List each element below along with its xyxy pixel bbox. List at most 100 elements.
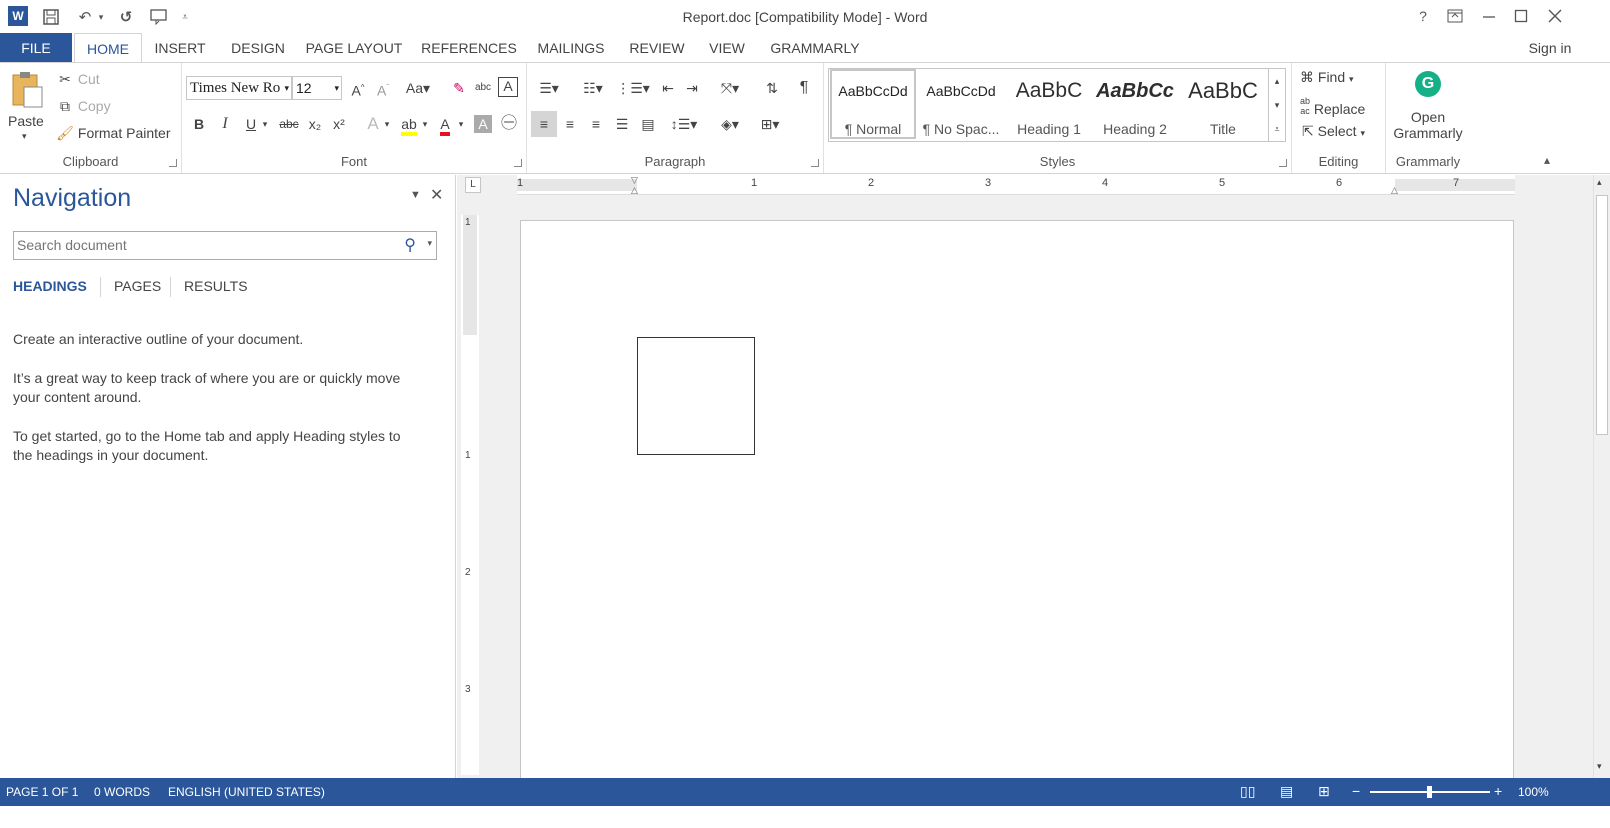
styles-down-icon[interactable]: ▾ (1269, 93, 1285, 117)
align-right-icon[interactable]: ≡ (585, 113, 607, 135)
character-border-icon[interactable]: A (498, 77, 518, 97)
language-indicator[interactable]: ENGLISH (UNITED STATES) (168, 785, 325, 799)
borders-icon[interactable]: ⊞▾ (753, 113, 787, 135)
align-center-icon[interactable]: ≡ (559, 113, 581, 135)
underline-dropdown-icon[interactable]: ▾ (260, 113, 270, 135)
tab-results[interactable]: RESULTS (184, 278, 248, 294)
replace-button[interactable]: ab ac Replace (1300, 96, 1365, 117)
zoom-slider-thumb[interactable] (1427, 786, 1432, 798)
text-box-shape[interactable] (637, 337, 755, 455)
styles-launcher-icon[interactable] (1279, 159, 1287, 167)
tab-grammarly[interactable]: GRAMMARLY (766, 33, 864, 63)
collapse-ribbon-icon[interactable]: ▴ (1544, 153, 1550, 167)
superscript-button[interactable]: x² (328, 113, 350, 135)
zoom-in-icon[interactable]: + (1494, 783, 1502, 799)
bullets-icon[interactable]: ☰▾ (531, 77, 567, 99)
text-effects-button[interactable]: A (362, 113, 384, 135)
search-icon[interactable]: ⚲ (404, 235, 416, 255)
search-document-input[interactable] (14, 232, 394, 258)
select-button[interactable]: ⇱ Select ▾ (1302, 123, 1365, 140)
distributed-icon[interactable]: ▤ (637, 113, 659, 135)
paragraph-launcher-icon[interactable] (811, 159, 819, 167)
tab-selector[interactable]: L (465, 177, 481, 193)
tab-file[interactable]: FILE (0, 33, 72, 63)
align-left-icon[interactable]: ≡ (531, 111, 557, 137)
clear-formatting-icon[interactable]: ✎ (448, 77, 470, 99)
paste-button[interactable]: Paste ▾ (8, 69, 48, 141)
character-shading-icon[interactable]: A (474, 115, 492, 133)
decrease-indent-icon[interactable]: ⇤ (657, 77, 679, 99)
zoom-out-icon[interactable]: − (1352, 783, 1360, 799)
search-dropdown-icon[interactable]: ▾ (427, 238, 432, 249)
search-document-box[interactable]: ⚲ ▾ (13, 231, 437, 260)
close-pane-icon[interactable]: ✕ (430, 185, 443, 205)
tab-insert[interactable]: INSERT (150, 33, 210, 63)
styles-scroll[interactable]: ▴ ▾ ⩡ (1268, 68, 1286, 142)
maximize-icon[interactable] (1506, 4, 1536, 28)
styles-up-icon[interactable]: ▴ (1269, 69, 1285, 93)
tab-design[interactable]: DESIGN (226, 33, 290, 63)
highlight-icon[interactable]: ab (398, 113, 420, 136)
tab-home[interactable]: HOME (74, 33, 142, 64)
line-spacing-icon[interactable]: ↕☰▾ (667, 113, 701, 135)
enclose-characters-icon[interactable]: ㊀ (498, 113, 520, 135)
read-mode-icon[interactable]: ▯▯ (1240, 783, 1255, 800)
grow-font-icon[interactable]: A^ (347, 77, 369, 99)
tab-view[interactable]: VIEW (704, 33, 750, 63)
underline-button[interactable]: U (240, 113, 262, 135)
style-heading-2[interactable]: AaBbCc Heading 2 (1092, 71, 1178, 143)
cut-button[interactable]: ✂ Cut (56, 71, 100, 88)
scroll-down-icon[interactable]: ▾ (1597, 761, 1602, 772)
font-size-box[interactable]: 12 ▾ (292, 76, 342, 100)
format-painter-button[interactable]: 🖌︎ Format Painter (56, 125, 170, 142)
ribbon-display-icon[interactable] (1440, 4, 1470, 28)
pane-options-icon[interactable]: ▼ (410, 189, 421, 201)
clipboard-launcher-icon[interactable] (169, 159, 177, 167)
page-count[interactable]: PAGE 1 OF 1 (6, 785, 78, 799)
vertical-scrollbar[interactable]: ▴ ▾ (1593, 175, 1610, 778)
sign-in-link[interactable]: Sign in (1520, 33, 1580, 63)
highlight-dropdown-icon[interactable]: ▾ (420, 113, 430, 135)
font-color-dropdown-icon[interactable]: ▾ (456, 113, 466, 135)
find-button[interactable]: ⌘ Find ▾ (1300, 69, 1354, 86)
text-effects-dropdown-icon[interactable]: ▾ (382, 113, 392, 135)
style-title[interactable]: AaBbC Title (1180, 71, 1266, 143)
style-no-spacing[interactable]: AaBbCcDd ¶ No Spac... (918, 71, 1004, 143)
vertical-ruler[interactable]: 1 1 2 3 (461, 215, 479, 775)
hanging-indent-marker[interactable]: △ (631, 185, 638, 196)
font-color-button[interactable]: A (434, 113, 456, 136)
tab-references[interactable]: REFERENCES (420, 33, 518, 63)
sort-icon[interactable]: ⇅ (761, 77, 783, 99)
change-case-icon[interactable]: Aa▾ (402, 77, 434, 99)
tab-review[interactable]: REVIEW (624, 33, 690, 63)
zoom-slider[interactable] (1370, 786, 1490, 798)
open-grammarly-button[interactable]: G Open Grammarly (1386, 71, 1470, 151)
strikethrough-button[interactable]: abc (276, 113, 302, 135)
styles-more-icon[interactable]: ⩡ (1269, 117, 1285, 141)
document-page[interactable] (520, 220, 1514, 780)
subscript-button[interactable]: x₂ (304, 113, 326, 135)
tab-mailings[interactable]: MAILINGS (532, 33, 610, 63)
zoom-level[interactable]: 100% (1518, 785, 1549, 799)
numbering-icon[interactable]: ☷▾ (575, 77, 611, 99)
help-icon[interactable]: ? (1408, 4, 1438, 28)
multilevel-list-icon[interactable]: ⋮☰▾ (615, 77, 651, 99)
tab-pages[interactable]: PAGES (114, 278, 161, 294)
minimize-icon[interactable] (1474, 4, 1504, 28)
close-icon[interactable] (1540, 4, 1570, 28)
print-layout-icon[interactable]: ▤ (1280, 783, 1293, 800)
text-direction-icon[interactable]: ⤧▾ (713, 77, 747, 99)
tab-headings[interactable]: HEADINGS (13, 278, 87, 294)
word-count[interactable]: 0 WORDS (94, 785, 150, 799)
shrink-font-icon[interactable]: Aˇ (372, 77, 394, 99)
shading-icon[interactable]: ◈▾ (713, 113, 747, 135)
style-normal[interactable]: AaBbCcDd ¶ Normal (830, 69, 916, 139)
tab-page-layout[interactable]: PAGE LAYOUT (305, 33, 403, 63)
phonetic-guide-icon[interactable]: abc (472, 77, 494, 99)
bold-button[interactable]: B (188, 113, 210, 135)
font-launcher-icon[interactable] (514, 159, 522, 167)
increase-indent-icon[interactable]: ⇥ (681, 77, 703, 99)
horizontal-ruler[interactable]: 1 1 2 3 4 5 6 7 ▽ △ △ (517, 175, 1515, 195)
scroll-up-icon[interactable]: ▴ (1597, 177, 1602, 188)
right-indent-marker[interactable]: △ (1391, 185, 1398, 196)
